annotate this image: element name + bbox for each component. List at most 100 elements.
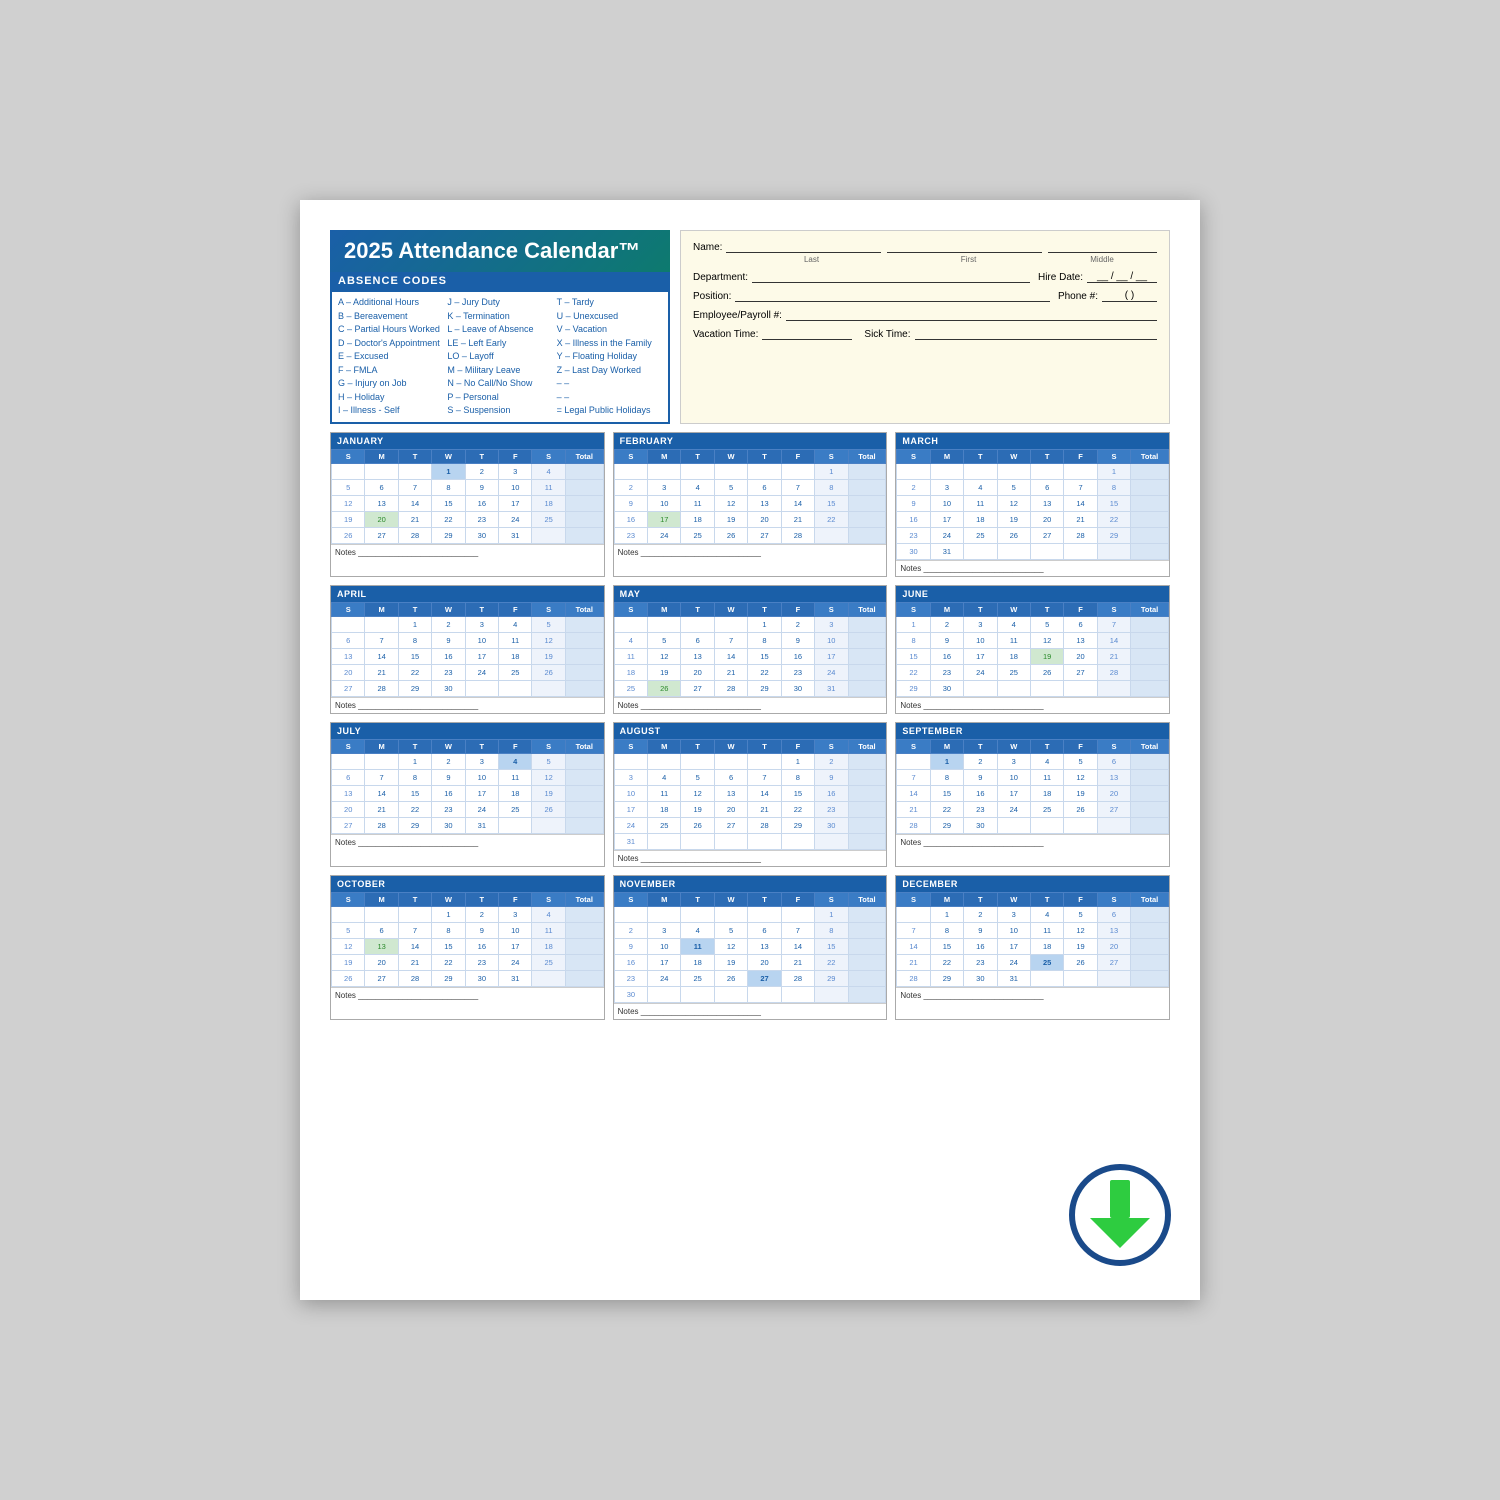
- month-calendar-may: MAYSMTWTFSTotal1234567891011121314151617…: [613, 585, 888, 714]
- absence-code-item: Y – Floating Holiday: [557, 350, 662, 364]
- codes-col-1: A – Additional HoursB – BereavementC – P…: [338, 296, 443, 418]
- day-cell: 24: [499, 954, 532, 970]
- day-cell: [1064, 817, 1097, 833]
- day-cell: [1131, 463, 1169, 479]
- day-cell: 4: [1030, 753, 1063, 769]
- day-cell: 6: [748, 922, 781, 938]
- day-cell: 7: [398, 479, 431, 495]
- col-header-total-7: Total: [848, 602, 886, 616]
- day-cell: 17: [614, 801, 647, 817]
- day-cell: 15: [930, 785, 963, 801]
- day-cell: 19: [1030, 648, 1063, 664]
- col-header-m-1: M: [648, 449, 681, 463]
- col-header-s-6: S: [532, 602, 565, 616]
- day-cell: 30: [930, 680, 963, 696]
- day-cell: 24: [815, 664, 848, 680]
- day-cell: 18: [681, 954, 714, 970]
- notes-line: Notes ___________________________: [614, 544, 887, 560]
- day-cell: [897, 753, 930, 769]
- day-cell: [332, 463, 365, 479]
- day-cell: [848, 527, 886, 543]
- day-cell: 20: [1097, 938, 1130, 954]
- day-cell: [681, 463, 714, 479]
- day-cell: 27: [1097, 954, 1130, 970]
- day-cell: 22: [1097, 511, 1130, 527]
- day-cell: [1030, 970, 1063, 986]
- day-cell: 13: [1030, 495, 1063, 511]
- day-cell: [532, 680, 565, 696]
- day-cell: [997, 463, 1030, 479]
- day-cell: 22: [398, 664, 431, 680]
- day-cell: 26: [681, 817, 714, 833]
- day-cell: 15: [432, 495, 465, 511]
- day-cell: 25: [997, 664, 1030, 680]
- day-cell: [565, 527, 603, 543]
- day-cell: 17: [648, 511, 681, 527]
- col-header-t-2: T: [398, 739, 431, 753]
- day-cell: 8: [748, 632, 781, 648]
- day-cell: [648, 753, 681, 769]
- day-cell: 1: [781, 753, 814, 769]
- day-cell: 12: [332, 938, 365, 954]
- day-cell: 10: [465, 769, 498, 785]
- day-cell: 9: [781, 632, 814, 648]
- employee-form: Name: Last First Middle Department: Hire…: [680, 230, 1170, 424]
- day-cell: 18: [499, 648, 532, 664]
- day-cell: 11: [532, 479, 565, 495]
- download-overlay[interactable]: [1060, 1160, 1180, 1280]
- month-header: JUNE: [896, 586, 1169, 602]
- col-header-total-7: Total: [848, 892, 886, 906]
- day-cell: 16: [614, 954, 647, 970]
- col-header-t-4: T: [1030, 892, 1063, 906]
- day-cell: 26: [714, 970, 747, 986]
- day-cell: [848, 511, 886, 527]
- day-cell: 8: [398, 632, 431, 648]
- day-cell: 26: [532, 801, 565, 817]
- col-header-t-4: T: [465, 449, 498, 463]
- day-cell: 4: [499, 616, 532, 632]
- day-cell: 22: [815, 511, 848, 527]
- day-cell: 10: [614, 785, 647, 801]
- day-cell: 26: [997, 527, 1030, 543]
- absence-code-item: P – Personal: [447, 391, 552, 405]
- day-cell: 21: [748, 801, 781, 817]
- day-cell: 20: [714, 801, 747, 817]
- day-cell: 17: [465, 648, 498, 664]
- day-cell: 3: [499, 906, 532, 922]
- day-cell: 2: [781, 616, 814, 632]
- day-cell: 24: [964, 664, 997, 680]
- day-cell: 21: [714, 664, 747, 680]
- day-cell: 23: [465, 954, 498, 970]
- day-cell: 16: [432, 648, 465, 664]
- col-header-t-4: T: [465, 602, 498, 616]
- absence-code-item: Z – Last Day Worked: [557, 364, 662, 378]
- day-cell: 25: [964, 527, 997, 543]
- col-header-s-0: S: [332, 892, 365, 906]
- day-cell: 24: [614, 817, 647, 833]
- day-cell: 29: [1097, 527, 1130, 543]
- col-header-s-6: S: [532, 892, 565, 906]
- day-cell: 7: [897, 922, 930, 938]
- day-cell: [748, 833, 781, 849]
- col-header-t-4: T: [465, 892, 498, 906]
- notes-line: Notes ___________________________: [614, 697, 887, 713]
- day-cell: [848, 986, 886, 1002]
- day-cell: 13: [365, 938, 398, 954]
- absence-code-item: A – Additional Hours: [338, 296, 443, 310]
- day-cell: 18: [648, 801, 681, 817]
- day-cell: 1: [432, 463, 465, 479]
- day-cell: 30: [614, 986, 647, 1002]
- day-cell: 31: [815, 680, 848, 696]
- day-cell: 24: [997, 954, 1030, 970]
- day-cell: [848, 664, 886, 680]
- middle-label: Middle: [1047, 255, 1157, 264]
- month-header: JANUARY: [331, 433, 604, 449]
- absence-code-item: E – Excused: [338, 350, 443, 364]
- day-cell: [848, 769, 886, 785]
- col-header-s-0: S: [332, 602, 365, 616]
- day-cell: 24: [648, 970, 681, 986]
- col-header-w-3: W: [997, 892, 1030, 906]
- day-cell: 8: [897, 632, 930, 648]
- hire-date-label: Hire Date:: [1038, 272, 1083, 283]
- notes-line: Notes ___________________________: [896, 834, 1169, 850]
